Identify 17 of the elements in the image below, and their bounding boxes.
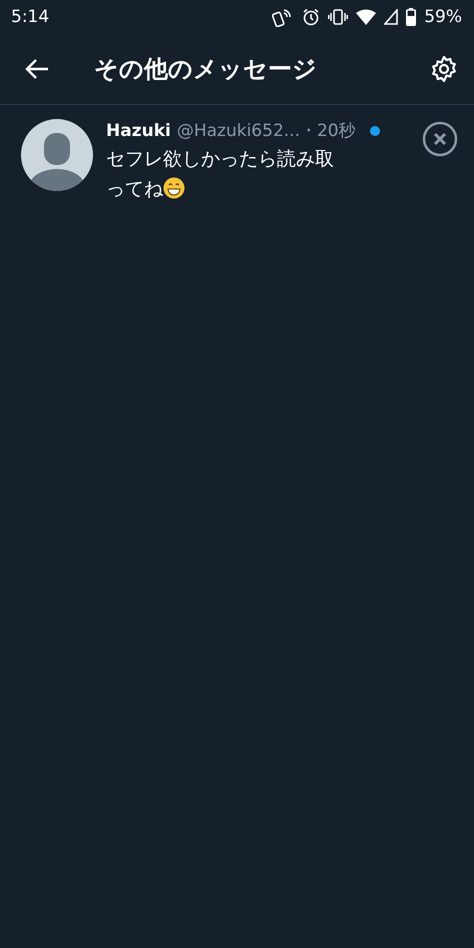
- message-time: ・20秒: [300, 120, 356, 142]
- signal-icon: [384, 9, 398, 25]
- message-text: セフレ欲しかったら読み取: [106, 148, 334, 170]
- battery-percent: 59%: [424, 7, 462, 27]
- grinning-emoji-icon: [163, 177, 185, 199]
- wifi-icon: [356, 9, 376, 25]
- page-title: その他のメッセージ: [94, 54, 318, 85]
- sender-name: Hazuki: [106, 120, 171, 140]
- battery-icon: [406, 8, 416, 26]
- sender-handle: @Hazuki652...: [176, 120, 300, 140]
- vibrate-icon: [328, 9, 348, 25]
- settings-icon[interactable]: [430, 55, 458, 83]
- status-time: 5:14: [11, 7, 50, 27]
- back-arrow-icon[interactable]: [24, 58, 50, 80]
- close-icon[interactable]: [422, 121, 458, 157]
- message-text: ってね: [106, 178, 163, 200]
- alarm-icon: [302, 8, 320, 26]
